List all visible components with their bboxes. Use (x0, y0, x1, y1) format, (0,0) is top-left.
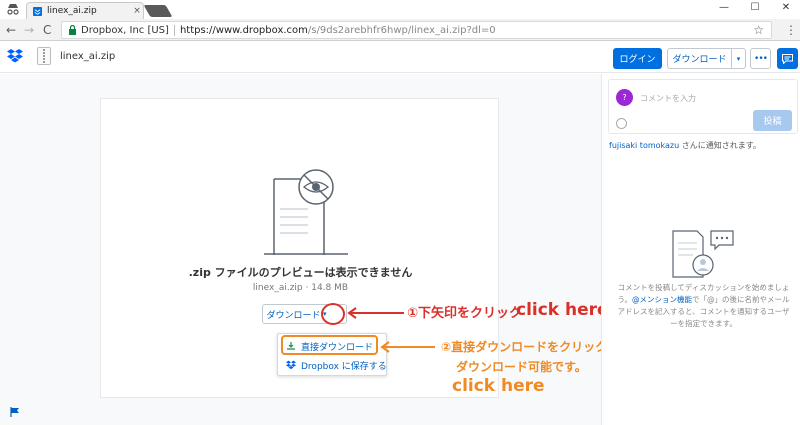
notify-user[interactable]: fujisaki tomokazu (609, 141, 679, 150)
browser-tab[interactable]: linex_ai.zip × (26, 2, 144, 19)
minimize-icon[interactable]: — (716, 2, 732, 13)
mention-link[interactable]: @メンション機能 (632, 295, 692, 304)
url-text: https://www.dropbox.com/s/9ds2arebhfr6hw… (180, 25, 496, 36)
dropbox-favicon-icon (33, 6, 42, 16)
forward-icon[interactable]: → (24, 23, 34, 37)
back-icon[interactable]: ← (6, 23, 16, 37)
dropbox-logo-icon[interactable] (7, 48, 23, 64)
no-preview-message: .zip ファイルのプレビューは表示できません (188, 266, 413, 279)
comment-box: ? コメントを入力 投稿 (608, 79, 798, 134)
address-bar[interactable]: Dropbox, Inc [US] https://www.dropbox.co… (61, 21, 772, 39)
login-button[interactable]: ログイン (613, 48, 662, 69)
annotation-step1-en: click here (516, 300, 609, 320)
secure-label: Dropbox, Inc [US] (81, 24, 169, 36)
close-window-icon[interactable]: ✕ (778, 2, 794, 13)
no-preview-illustration-icon (264, 169, 348, 255)
annotation-step2-en: click here (452, 376, 545, 396)
new-tab-button[interactable] (143, 5, 173, 17)
chevron-down-icon[interactable]: ▾ (732, 49, 745, 68)
zip-file-icon (37, 47, 51, 65)
dropbox-header: linex_ai.zip ログイン ダウンロード ▾ ••• (0, 41, 800, 73)
save-to-dropbox-item[interactable]: Dropbox に保存する (278, 356, 388, 374)
avatar: ? (616, 89, 633, 106)
red-highlight-circle (321, 303, 345, 325)
header-filename: linex_ai.zip (60, 51, 116, 62)
browser-menu-icon[interactable]: ⋮ (785, 23, 797, 37)
orange-arrow-icon (380, 341, 435, 353)
notify-suffix: さんに通知されます。 (679, 141, 761, 150)
comment-input[interactable]: コメントを入力 (640, 93, 696, 104)
url-path: /s/9ds2arebhfr6hwp/linex_ai.zip?dl=0 (307, 24, 496, 36)
maximize-icon[interactable]: ☐ (747, 2, 763, 13)
comment-icon (782, 53, 793, 64)
header-download-label[interactable]: ダウンロード (668, 49, 732, 68)
more-options-button[interactable]: ••• (750, 48, 771, 69)
red-arrow-icon (347, 307, 404, 319)
incognito-icon (7, 4, 19, 15)
preview-card: .zip ファイルのプレビューは表示できません linex_ai.zip · 1… (100, 98, 499, 398)
annotation-step1: ①下矢印をクリック (407, 306, 523, 321)
omnibox-divider (173, 24, 175, 36)
browser-toolbar: ← → C Dropbox, Inc [US] https://www.drop… (0, 19, 800, 41)
dropbox-icon (286, 360, 296, 370)
save-to-dropbox-label: Dropbox に保存する (301, 361, 387, 372)
header-download-button[interactable]: ダウンロード ▾ (667, 48, 746, 69)
post-button[interactable]: 投稿 (753, 110, 792, 131)
reload-icon[interactable]: C (43, 23, 51, 37)
orange-highlight-box (281, 335, 378, 355)
comment-info-text: コメントを投稿してディスカッションを始めましょう。@メンション機能で「@」の後に… (616, 282, 791, 330)
file-meta: linex_ai.zip · 14.8 MB (252, 283, 349, 293)
annotation-step2-line2: ダウンロード可能です。 (456, 360, 587, 374)
tab-close-icon[interactable]: × (131, 6, 143, 16)
preview-download-label[interactable]: ダウンロード (266, 308, 320, 321)
url-main: https://www.dropbox.com (179, 24, 308, 36)
comment-illustration-icon (672, 230, 734, 278)
comment-sidebar: ? コメントを入力 投稿 fujisaki tomokazu さんに通知されます… (601, 74, 800, 425)
notify-text: fujisaki tomokazu さんに通知されます。 (609, 140, 761, 151)
comment-panel-button[interactable] (777, 48, 798, 69)
browser-tabstrip: linex_ai.zip × — ☐ ✕ (0, 0, 800, 19)
emoji-icon[interactable] (616, 118, 627, 129)
tab-title: linex_ai.zip (47, 6, 97, 16)
flag-icon[interactable] (10, 407, 20, 417)
star-icon[interactable]: ☆ (753, 23, 764, 37)
lock-icon (69, 25, 76, 35)
